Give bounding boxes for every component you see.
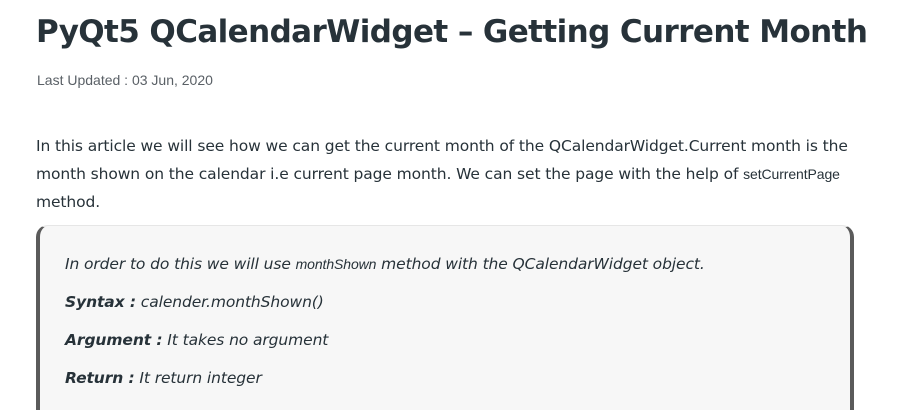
return-label: Return :	[65, 369, 135, 387]
last-updated-date: Last Updated : 03 Jun, 2020	[37, 72, 213, 88]
inline-code-monthshown: monthShown	[295, 256, 377, 272]
article-title: PyQt5 QCalendarWidget – Getting Current …	[36, 14, 868, 50]
syntax-line: Syntax : calender.monthShown()	[65, 293, 324, 311]
note-text-end: method with the QCalendarWidget object.	[376, 255, 705, 273]
return-line: Return : It return integer	[65, 369, 262, 387]
syntax-value: calender.monthShown()	[135, 293, 324, 311]
note-block: In order to do this we will use monthSho…	[36, 225, 854, 410]
intro-text-end: method.	[36, 193, 101, 211]
argument-value: It takes no argument	[162, 331, 329, 349]
return-value: It return integer	[134, 369, 262, 387]
intro-text: In this article we will see how we can g…	[36, 137, 848, 183]
intro-paragraph: In this article we will see how we can g…	[36, 132, 866, 216]
argument-label: Argument :	[65, 331, 163, 349]
note-text: In order to do this we will use	[65, 255, 296, 273]
syntax-label: Syntax :	[65, 293, 136, 311]
argument-line: Argument : It takes no argument	[65, 331, 328, 349]
note-description: In order to do this we will use monthSho…	[65, 255, 705, 273]
inline-code-setcurrentpage: setCurrentPage	[743, 166, 840, 182]
